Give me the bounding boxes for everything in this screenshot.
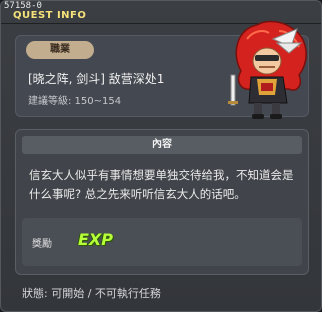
job-badge: 職業	[26, 41, 94, 59]
window-title: QUEST INFO	[13, 10, 87, 21]
quest-name: [晓之阵, 剑斗] 敌营深处1	[28, 72, 165, 86]
recommended-level: 建議等級: 150~154	[28, 96, 122, 107]
quest-status: 狀態: 可開始 / 不可執行任務	[22, 287, 161, 300]
quest-description: 信玄大人似乎有事情想要单独交待给我，不知道会是什么事呢? 总之先来听听信玄大人的…	[29, 168, 294, 201]
warrior-avatar-icon	[228, 20, 307, 119]
content-panel: 內容 信玄大人似乎有事情想要单独交待给我，不知道会是什么事呢? 总之先来听听信玄…	[15, 129, 309, 275]
exp-reward-icon: EXP	[78, 230, 113, 249]
reward-label: 獎勵	[32, 239, 52, 250]
quest-info-window: 57158-0 QUEST INFO 職業 [晓之阵, 剑斗] 敌营深处1 建議…	[0, 0, 322, 312]
reward-row: 獎勵 EXP	[22, 218, 302, 266]
content-heading: 內容	[22, 136, 302, 154]
